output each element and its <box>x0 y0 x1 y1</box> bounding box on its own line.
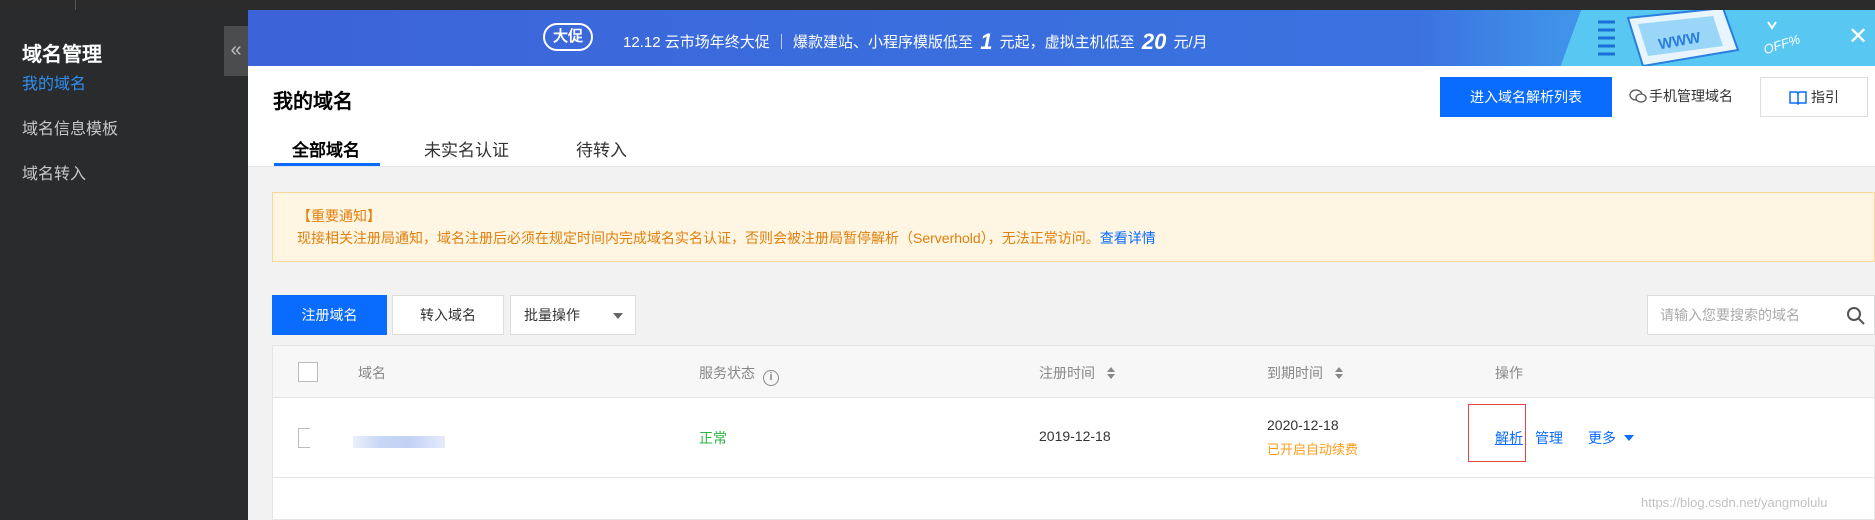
domain-resolve-list-button[interactable]: 进入域名解析列表 <box>1440 77 1612 117</box>
top-strip-divider <box>75 0 76 10</box>
close-icon[interactable]: ✕ <box>1848 22 1868 51</box>
search-input[interactable] <box>1660 296 1840 334</box>
column-header-expire-time[interactable]: 到期时间 <box>1267 363 1343 383</box>
notice-body: 现接相关注册局通知，域名注册后必须在规定时间内完成域名实名认证，否则会被注册局暂… <box>297 230 1100 246</box>
promo-banner[interactable]: WWW OFF% 大促 12.12 云市场年终大促 ｜ 爆款建站、小程序模版低至… <box>248 10 1875 66</box>
domain-name-redacted <box>353 436 445 448</box>
transfer-domain-button[interactable]: 转入域名 <box>392 295 504 335</box>
tab-unverified[interactable]: 未实名认证 <box>424 136 509 161</box>
wechat-icon <box>1629 89 1647 103</box>
mobile-manage-label: 手机管理域名 <box>1649 88 1733 104</box>
row-checkbox[interactable] <box>298 428 310 448</box>
page-header: 我的域名 进入域名解析列表 手机管理域名 指引 全部域名 未实名认证 待转入 <box>248 66 1875 167</box>
svg-text:OFF%: OFF% <box>1762 31 1802 57</box>
info-icon[interactable]: i <box>763 370 779 386</box>
promo-text-part1: 12.12 云市场年终大促 ｜ 爆款建站、小程序模版低至 <box>623 34 974 51</box>
promo-price-1: 1 <box>980 29 993 54</box>
more-label: 更多 <box>1588 430 1616 446</box>
sidebar-item-domain-transfer[interactable]: 域名转入 <box>22 160 86 184</box>
important-notice: 【重要通知】 现接相关注册局通知，域名注册后必须在规定时间内完成域名实名认证，否… <box>272 192 1875 262</box>
select-all-checkbox[interactable] <box>298 362 318 382</box>
manage-link[interactable]: 管理 <box>1535 428 1563 448</box>
chevron-down-icon <box>613 313 623 319</box>
column-header-status-label: 服务状态 <box>699 365 755 381</box>
chevron-down-icon <box>1624 435 1634 441</box>
column-header-actions: 操作 <box>1495 365 1523 381</box>
sidebar-collapse-button[interactable]: « <box>224 26 248 76</box>
column-header-reg-time-label: 注册时间 <box>1039 365 1095 381</box>
mobile-manage-link[interactable]: 手机管理域名 <box>1629 86 1733 106</box>
batch-operation-label: 批量操作 <box>524 307 580 323</box>
search-box <box>1647 295 1875 335</box>
page-title: 我的域名 <box>273 91 353 113</box>
sidebar-item-domain-template[interactable]: 域名信息模板 <box>22 115 118 139</box>
book-icon <box>1789 91 1807 106</box>
sidebar: 域名管理 我的域名 域名信息模板 域名转入 « <box>0 10 248 520</box>
notice-title: 【重要通知】 <box>297 208 381 224</box>
tab-pending-transfer[interactable]: 待转入 <box>576 136 627 161</box>
www-off-illustration-icon: WWW OFF% <box>1598 10 1802 66</box>
expiration-date: 2020-12-18 <box>1267 417 1339 433</box>
table-row: 正常 2019-12-18 2020-12-18 已开启自动续费 解析 管理 更… <box>273 398 1874 478</box>
batch-operation-select[interactable]: 批量操作 <box>510 295 636 335</box>
status-badge: 正常 <box>699 430 727 446</box>
domain-table: 域名 服务状态 i 注册时间 到期时间 操作 正常 2019-12-18 2020… <box>272 345 1875 520</box>
register-domain-button[interactable]: 注册域名 <box>272 295 387 335</box>
table-header: 域名 服务状态 i 注册时间 到期时间 操作 <box>273 346 1874 398</box>
notice-details-link[interactable]: 查看详情 <box>1100 230 1156 246</box>
search-icon[interactable] <box>1846 306 1866 326</box>
column-header-domain: 域名 <box>358 365 386 381</box>
sidebar-item-my-domains[interactable]: 我的域名 <box>22 70 86 94</box>
promo-text-part2: 元起，虚拟主机低至 <box>999 34 1135 51</box>
guide-button[interactable]: 指引 <box>1760 77 1868 117</box>
resolve-link[interactable]: 解析 <box>1495 428 1523 448</box>
guide-button-label: 指引 <box>1811 89 1839 105</box>
sidebar-title: 域名管理 <box>22 44 102 66</box>
top-strip <box>0 0 1875 10</box>
double-chevron-left-icon: « <box>230 39 242 61</box>
promo-text: 12.12 云市场年终大促 ｜ 爆款建站、小程序模版低至 1 元起，虚拟主机低至… <box>623 27 1208 54</box>
promo-price-2: 20 <box>1141 29 1167 54</box>
banner-graphic: WWW OFF% <box>1553 10 1875 66</box>
registration-date: 2019-12-18 <box>1039 428 1111 444</box>
tab-all-domains[interactable]: 全部域名 <box>292 136 360 161</box>
auto-renew-note: 已开启自动续费 <box>1267 442 1359 457</box>
active-tab-indicator <box>274 163 380 166</box>
column-header-status: 服务状态 i <box>699 363 779 386</box>
column-header-reg-time[interactable]: 注册时间 <box>1039 363 1115 383</box>
promo-text-part3: 元/月 <box>1173 34 1208 51</box>
notice-text: 现接相关注册局通知，域名注册后必须在规定时间内完成域名实名认证，否则会被注册局暂… <box>297 228 1156 248</box>
watermark: https://blog.csdn.net/yangmolulu <box>1641 495 1828 510</box>
more-dropdown[interactable]: 更多 <box>1588 428 1634 448</box>
sort-icon[interactable] <box>1334 367 1343 379</box>
column-header-expire-time-label: 到期时间 <box>1267 365 1323 381</box>
sort-icon[interactable] <box>1106 367 1115 379</box>
promo-badge: 大促 <box>543 23 593 51</box>
